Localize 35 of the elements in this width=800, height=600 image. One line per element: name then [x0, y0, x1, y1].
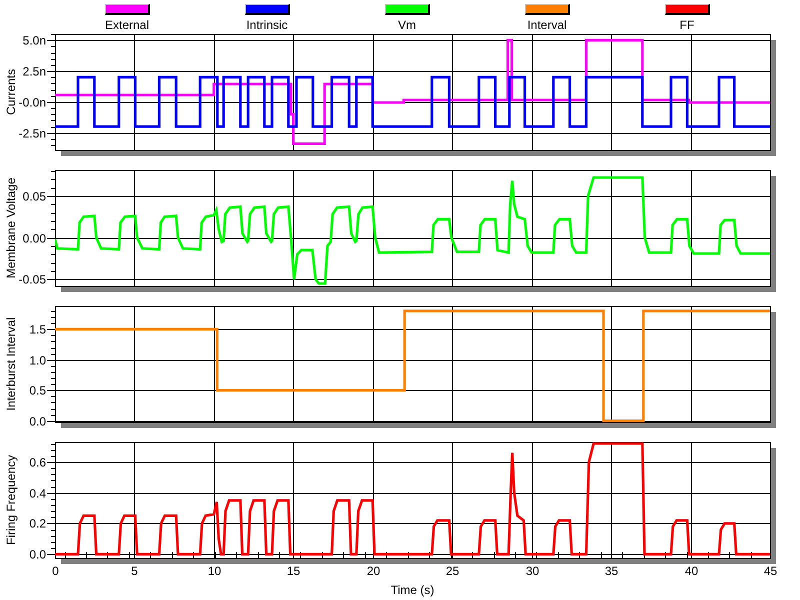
y-tick-label: 2.5n: [22, 64, 46, 78]
y-tick-label: -0.0n: [18, 96, 46, 110]
x-tick-label: 45: [764, 564, 778, 578]
y-tick-label: 0.05: [22, 190, 46, 204]
x-axis-title: Time (s): [390, 583, 434, 597]
legend-label: FF: [680, 18, 694, 32]
legend-label: Vm: [398, 18, 416, 32]
x-tick-label: 30: [526, 564, 540, 578]
y-axis-title: Interburst Interval: [4, 317, 18, 411]
y-tick-label: 5.0n: [22, 34, 46, 48]
y-tick-label: 1.5: [29, 322, 46, 336]
y-axis-title: Currents: [4, 69, 18, 115]
x-tick-label: 10: [208, 564, 222, 578]
y-tick-label: -2.5n: [18, 126, 46, 140]
y-tick-label: 0.4: [29, 486, 46, 500]
x-tick-label: 25: [446, 564, 460, 578]
y-tick-label: 0.2: [29, 516, 46, 530]
y-tick-label: 0.00: [22, 232, 46, 246]
x-tick-label: 0: [52, 564, 59, 578]
y-tick-label: -0.05: [18, 272, 46, 286]
x-tick-label: 35: [604, 564, 618, 578]
x-tick-label: 40: [684, 564, 698, 578]
y-tick-label: 0.0: [29, 414, 46, 428]
y-tick-label: 1.0: [29, 354, 46, 368]
legend-label: External: [104, 18, 150, 32]
y-tick-label: 0.0: [29, 548, 46, 562]
y-tick-label: 0.5: [29, 384, 46, 398]
x-tick-label: 5: [131, 564, 138, 578]
x-tick-label: 20: [366, 564, 380, 578]
legend-label: Intrinsic: [246, 18, 288, 32]
legend-label: Interval: [527, 18, 567, 32]
y-axis-title: Firing Frequency: [4, 454, 18, 546]
y-tick-label: 0.6: [29, 456, 46, 470]
x-tick-label: 15: [286, 564, 300, 578]
y-axis-title: Membrane Voltage: [4, 178, 18, 278]
